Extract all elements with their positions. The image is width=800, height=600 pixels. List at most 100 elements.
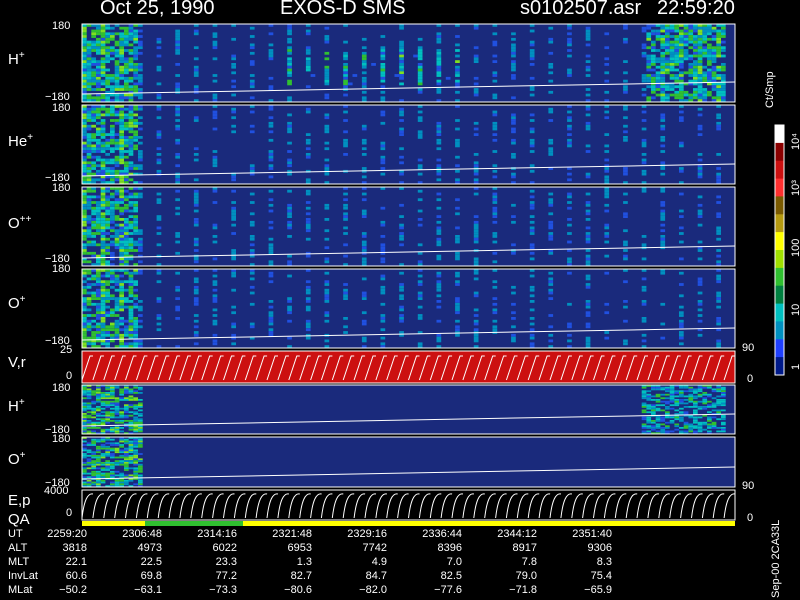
- spectrogram-cell: [492, 127, 498, 131]
- spectrogram-cell: [91, 470, 96, 473]
- spectrogram-cell: [361, 65, 367, 69]
- spectrogram-cell: [660, 336, 666, 340]
- spectrogram-cell: [96, 144, 101, 148]
- spectrogram-cell: [124, 462, 129, 464]
- spectrogram-cell: [688, 416, 694, 419]
- spectrogram-cell: [96, 82, 101, 86]
- spectrogram-cell: [96, 220, 101, 224]
- spectrogram-cell: [96, 43, 101, 47]
- spectrogram-cell: [693, 418, 698, 421]
- spectrogram-cell: [324, 257, 330, 261]
- spectrogram-cell: [436, 280, 442, 284]
- spectrogram-cell: [100, 251, 106, 255]
- spectrogram-cell: [702, 386, 708, 389]
- spectrogram-cell: [679, 322, 684, 326]
- spectrogram-cell: [105, 68, 110, 72]
- spectrogram-cell: [660, 124, 666, 128]
- spectrogram-cell: [114, 201, 120, 204]
- spectrogram-cell: [669, 63, 675, 66]
- spectrogram-cell: [105, 237, 110, 241]
- spectrogram-cell: [604, 203, 610, 207]
- spectrogram-cell: [585, 240, 591, 244]
- spectrogram-cell: [175, 232, 180, 235]
- spectrogram-cell: [110, 314, 115, 317]
- spectrogram-cell: [669, 85, 675, 89]
- spectrogram-cell: [82, 57, 87, 61]
- spectrogram-cell: [128, 395, 134, 398]
- spectrogram-cell: [660, 43, 666, 47]
- spectrogram-cell: [324, 260, 330, 264]
- spectrogram-cell: [193, 198, 199, 202]
- spectrogram-cell: [623, 90, 628, 94]
- spectrogram-cell: [399, 319, 404, 323]
- spectrogram-cell: [133, 397, 138, 400]
- spectrogram-cell: [96, 260, 101, 264]
- spectrogram-cell: [128, 150, 134, 153]
- spectrogram-cell: [100, 438, 106, 441]
- spectrogram-cell: [707, 49, 712, 52]
- spectrogram-cell: [138, 195, 143, 199]
- spectrogram-cell: [721, 85, 726, 89]
- colorbar-swatch: [775, 339, 784, 358]
- spectrogram-cell: [128, 195, 134, 199]
- spectrogram-cell: [128, 322, 134, 326]
- spectrogram-cell: [110, 481, 115, 484]
- spectrogram-cell: [86, 427, 92, 429]
- spectrogram-cell: [133, 130, 138, 134]
- spectrogram-cell: [380, 172, 386, 176]
- spectrogram-cell: [110, 280, 115, 284]
- spectrogram-cell: [100, 243, 106, 247]
- spectrogram-cell: [674, 63, 680, 66]
- spectrogram-cell: [96, 314, 101, 317]
- spectrogram-cell: [96, 158, 101, 162]
- spectrogram-cell: [455, 311, 460, 315]
- spectrogram-cell: [138, 469, 143, 471]
- spectrogram-cell: [529, 93, 535, 97]
- spectrogram-cell: [100, 294, 106, 298]
- spectrogram-cell: [287, 223, 292, 227]
- spectrogram-cell: [128, 404, 134, 407]
- spectrogram-cell: [473, 164, 479, 168]
- spectrogram-cell: [91, 201, 96, 204]
- spectrogram-cell: [604, 167, 610, 170]
- spectrogram-cell: [669, 29, 675, 33]
- spectrogram-cell: [128, 428, 134, 431]
- spectrogram-cell: [128, 462, 134, 464]
- spectrogram-cell: [128, 215, 134, 218]
- spectrogram-cell: [114, 215, 120, 218]
- spectrogram-cell: [138, 155, 143, 159]
- spectrogram-cell: [623, 37, 628, 41]
- spectrogram-cell: [119, 479, 124, 482]
- spectrogram-cell: [96, 440, 101, 443]
- spectrogram-cell: [268, 280, 274, 284]
- spectrogram-cell: [82, 288, 87, 292]
- spectrogram-cell: [96, 113, 101, 117]
- spectrogram-cell: [688, 26, 694, 30]
- spectrogram-cell: [110, 416, 115, 419]
- spectrogram-cell: [133, 229, 138, 233]
- colorbar-swatch: [775, 142, 784, 162]
- spectrogram-cell: [110, 49, 115, 52]
- spectrogram-cell: [641, 110, 647, 114]
- spectrogram-cell: [511, 172, 516, 176]
- spectrogram-cell: [231, 85, 236, 89]
- spectrogram-cell: [665, 46, 670, 50]
- spectrogram-cell: [651, 411, 656, 414]
- spectrogram-cell: [567, 133, 572, 136]
- spectrogram-cell: [114, 243, 120, 247]
- spectrogram-cell: [86, 116, 92, 120]
- spectrogram-cell: [86, 325, 92, 329]
- spectrogram-cell: [399, 317, 404, 320]
- spectrogram-cell: [86, 322, 92, 326]
- spectrogram-cell: [665, 393, 670, 396]
- spectrogram-cell: [110, 476, 115, 479]
- spectrogram-cell: [96, 85, 101, 89]
- spectrogram-cell: [138, 237, 143, 241]
- spectrogram-cell: [711, 74, 717, 77]
- spectrogram-cell: [324, 246, 330, 250]
- spectrogram-cell: [473, 54, 479, 58]
- spectrogram-cell: [91, 451, 96, 454]
- spectrogram-cell: [716, 212, 721, 216]
- spectrogram-cell: [119, 195, 124, 199]
- spectrogram-cell: [110, 51, 115, 55]
